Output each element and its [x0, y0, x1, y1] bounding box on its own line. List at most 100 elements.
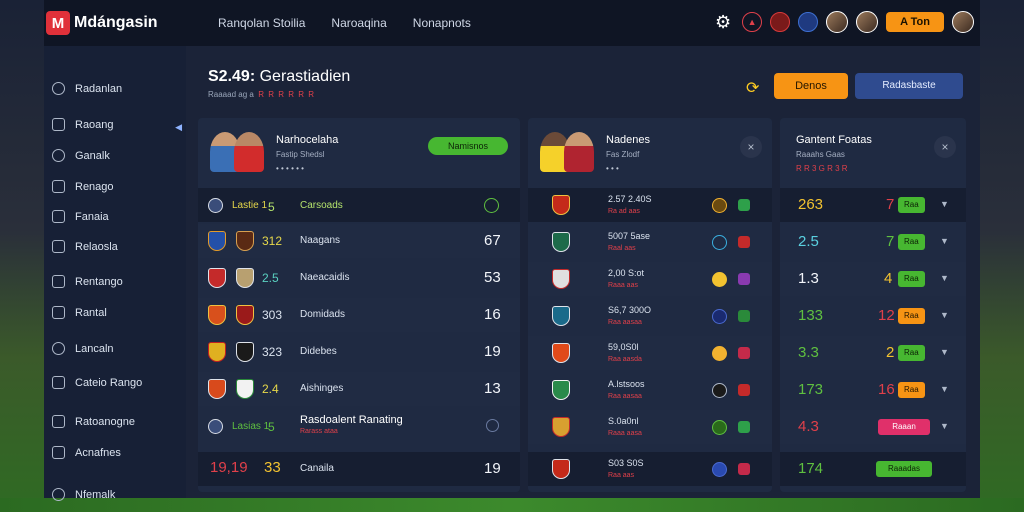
sidebar-item-9[interactable]: Lancaln — [52, 342, 114, 355]
topnav-item-3[interactable]: Nonapnots — [413, 16, 471, 30]
sidebar-item-1[interactable]: Radanlan — [52, 82, 122, 95]
sidebar-item-label: Fanaia — [75, 210, 109, 223]
row-tag[interactable]: Raa — [898, 271, 925, 287]
sidebar-item-8[interactable]: Rantal — [52, 306, 107, 319]
row-tag[interactable]: Raa — [898, 382, 925, 398]
table-row[interactable]: 174 Raaadas — [780, 452, 966, 486]
table-row[interactable]: Lasias 1 5 Rasdoalent Ranating Rarass at… — [198, 409, 520, 443]
row-tag[interactable]: Raa — [898, 345, 925, 361]
cta-button[interactable]: A Ton — [886, 12, 944, 32]
table-row[interactable]: 3.3 2 Raa ▼ — [780, 336, 966, 370]
list-item[interactable]: 59,0S0l Raa aasda — [528, 336, 772, 370]
status-pill[interactable]: Namisnos — [428, 137, 508, 155]
list-item[interactable]: A.lstsoos Raa aasaa — [528, 373, 772, 407]
item-line1: 2.57 2.40S — [608, 194, 652, 204]
sidebar-item-3[interactable]: Ganalk — [52, 149, 110, 162]
club-badge-icon-1[interactable]: ▲ — [742, 12, 763, 32]
row-tag[interactable]: Raa — [898, 234, 925, 250]
table-row[interactable]: 2.5 7 Raa ▼ — [780, 225, 966, 259]
badge-icon — [738, 273, 750, 285]
logo-mark-icon: M — [46, 11, 70, 35]
top-actions: ⚙ ▲ A Ton — [712, 11, 974, 33]
club-badge-icon-2[interactable] — [770, 12, 791, 32]
row-mid: 2.5 — [262, 271, 279, 285]
list-item[interactable]: 5007 5ase Raal aas — [528, 225, 772, 259]
refresh-icon[interactable]: ⟳ — [746, 78, 759, 98]
row-mid: 5 — [268, 200, 275, 214]
sidebar-item-11[interactable]: Ratoanogne — [52, 415, 135, 428]
sidebar-item-label: Acnafnes — [75, 446, 121, 459]
clock-icon — [52, 82, 65, 95]
list-item[interactable]: S6,7 300O Raa aasaa — [528, 299, 772, 333]
chevron-down-icon[interactable]: ▼ — [940, 273, 949, 283]
topnav-item-2[interactable]: Naroaqina — [331, 16, 386, 30]
primary-button[interactable]: Denos — [774, 73, 848, 99]
chevron-down-icon[interactable]: ▼ — [940, 421, 949, 431]
item-line1: 2,00 S:ot — [608, 268, 645, 278]
table-row[interactable]: 1.3 4 Raa ▼ — [780, 262, 966, 296]
app-logo[interactable]: M Mdángasin — [46, 11, 216, 35]
gear-icon[interactable]: ⚙ — [712, 11, 734, 33]
sidebar-item-13[interactable]: Nfemalk — [52, 488, 115, 501]
row-value: 67 — [484, 232, 501, 249]
list-item[interactable]: S.0a0nl Raaa aasa — [528, 410, 772, 444]
club-crest-icon — [208, 198, 223, 213]
list-item[interactable]: 2,00 S:ot Raaa aas — [528, 262, 772, 296]
table-row[interactable]: Lastie 1 5 Carsoads — [198, 188, 520, 222]
table-row[interactable]: 133 12 Raa ▼ — [780, 299, 966, 333]
sidebar-item-12[interactable]: Acnafnes — [52, 446, 121, 459]
item-line2: Raal aas — [608, 245, 636, 252]
chevron-down-icon[interactable]: ▼ — [940, 310, 949, 320]
row-right: 7 — [886, 196, 895, 213]
avatar-2[interactable] — [856, 11, 879, 33]
sidebar-item-7[interactable]: Rentango — [52, 275, 123, 288]
row-name: Aishinges — [300, 383, 344, 394]
list-item[interactable]: 2.57 2.40S Ra ad aas — [528, 188, 772, 222]
table-row[interactable]: 173 16 Raa ▼ — [780, 373, 966, 407]
sidebar-item-4[interactable]: Renago — [52, 180, 114, 193]
user-avatar[interactable] — [952, 11, 974, 33]
club-badge-icon-3[interactable] — [798, 12, 819, 32]
table-row[interactable]: 2.4 Aishinges 13 — [198, 372, 520, 406]
table-row[interactable]: 263 7 Raa ▼ — [780, 188, 966, 222]
sidebar-item-6[interactable]: Relaosla — [52, 240, 118, 253]
chevron-down-icon[interactable]: ▼ — [940, 347, 949, 357]
row-tag[interactable]: Raa — [898, 197, 925, 213]
close-icon[interactable]: × — [934, 136, 956, 158]
row-tag[interactable]: Raaan — [878, 419, 930, 435]
chevron-down-icon[interactable]: ▼ — [940, 236, 949, 246]
sidebar-item-5[interactable]: Fanaia — [52, 210, 109, 223]
close-icon[interactable]: × — [740, 136, 762, 158]
status-icon — [484, 198, 499, 213]
row-tag[interactable]: Raa — [898, 308, 925, 324]
panel-meta: • • • • • • — [276, 164, 304, 173]
club-crest-icon — [552, 269, 570, 289]
club-crest-icon — [208, 305, 226, 325]
row-value: 13 — [484, 380, 501, 397]
list-item[interactable]: S03 S0S Raa aas — [528, 452, 772, 486]
table-row[interactable]: 303 Domidads 16 — [198, 298, 520, 332]
table-row[interactable]: 4.3 Raaan ▼ — [780, 410, 966, 444]
avatar-1[interactable] — [826, 11, 849, 33]
chevron-down-icon[interactable]: ▼ — [940, 384, 949, 394]
table-row[interactable]: 323 Didebes 19 — [198, 335, 520, 369]
item-line1: S6,7 300O — [608, 305, 652, 315]
title-score: S2.49: — [208, 68, 256, 85]
topnav-item-1[interactable]: Ranqolan Stoilia — [218, 16, 305, 30]
chevron-left-icon[interactable]: ◀ — [175, 122, 182, 133]
coin-icon — [712, 272, 727, 287]
table-row[interactable]: 312 Naagans 67 — [198, 224, 520, 258]
title-suffix: Gerastiadien — [259, 68, 351, 85]
sidebar-item-10[interactable]: Cateio Rango — [52, 376, 142, 389]
table-row[interactable]: 19,19 33 Canaila 19 — [198, 452, 520, 486]
sidebar-item-2[interactable]: Raoang — [52, 118, 114, 131]
whistle-icon — [52, 342, 65, 355]
club-crest-icon — [236, 231, 254, 251]
secondary-button[interactable]: Radasbaste — [855, 73, 963, 99]
row-tag[interactable]: Raaadas — [876, 461, 932, 477]
row-value: 19 — [484, 460, 501, 477]
chevron-down-icon[interactable]: ▼ — [940, 199, 949, 209]
table-row[interactable]: 2.5 Naeacaidis 53 — [198, 261, 520, 295]
app-window: M Mdángasin Ranqolan Stoilia Naroaqina N… — [44, 0, 980, 501]
sidebar-item-label: Ganalk — [75, 149, 110, 162]
